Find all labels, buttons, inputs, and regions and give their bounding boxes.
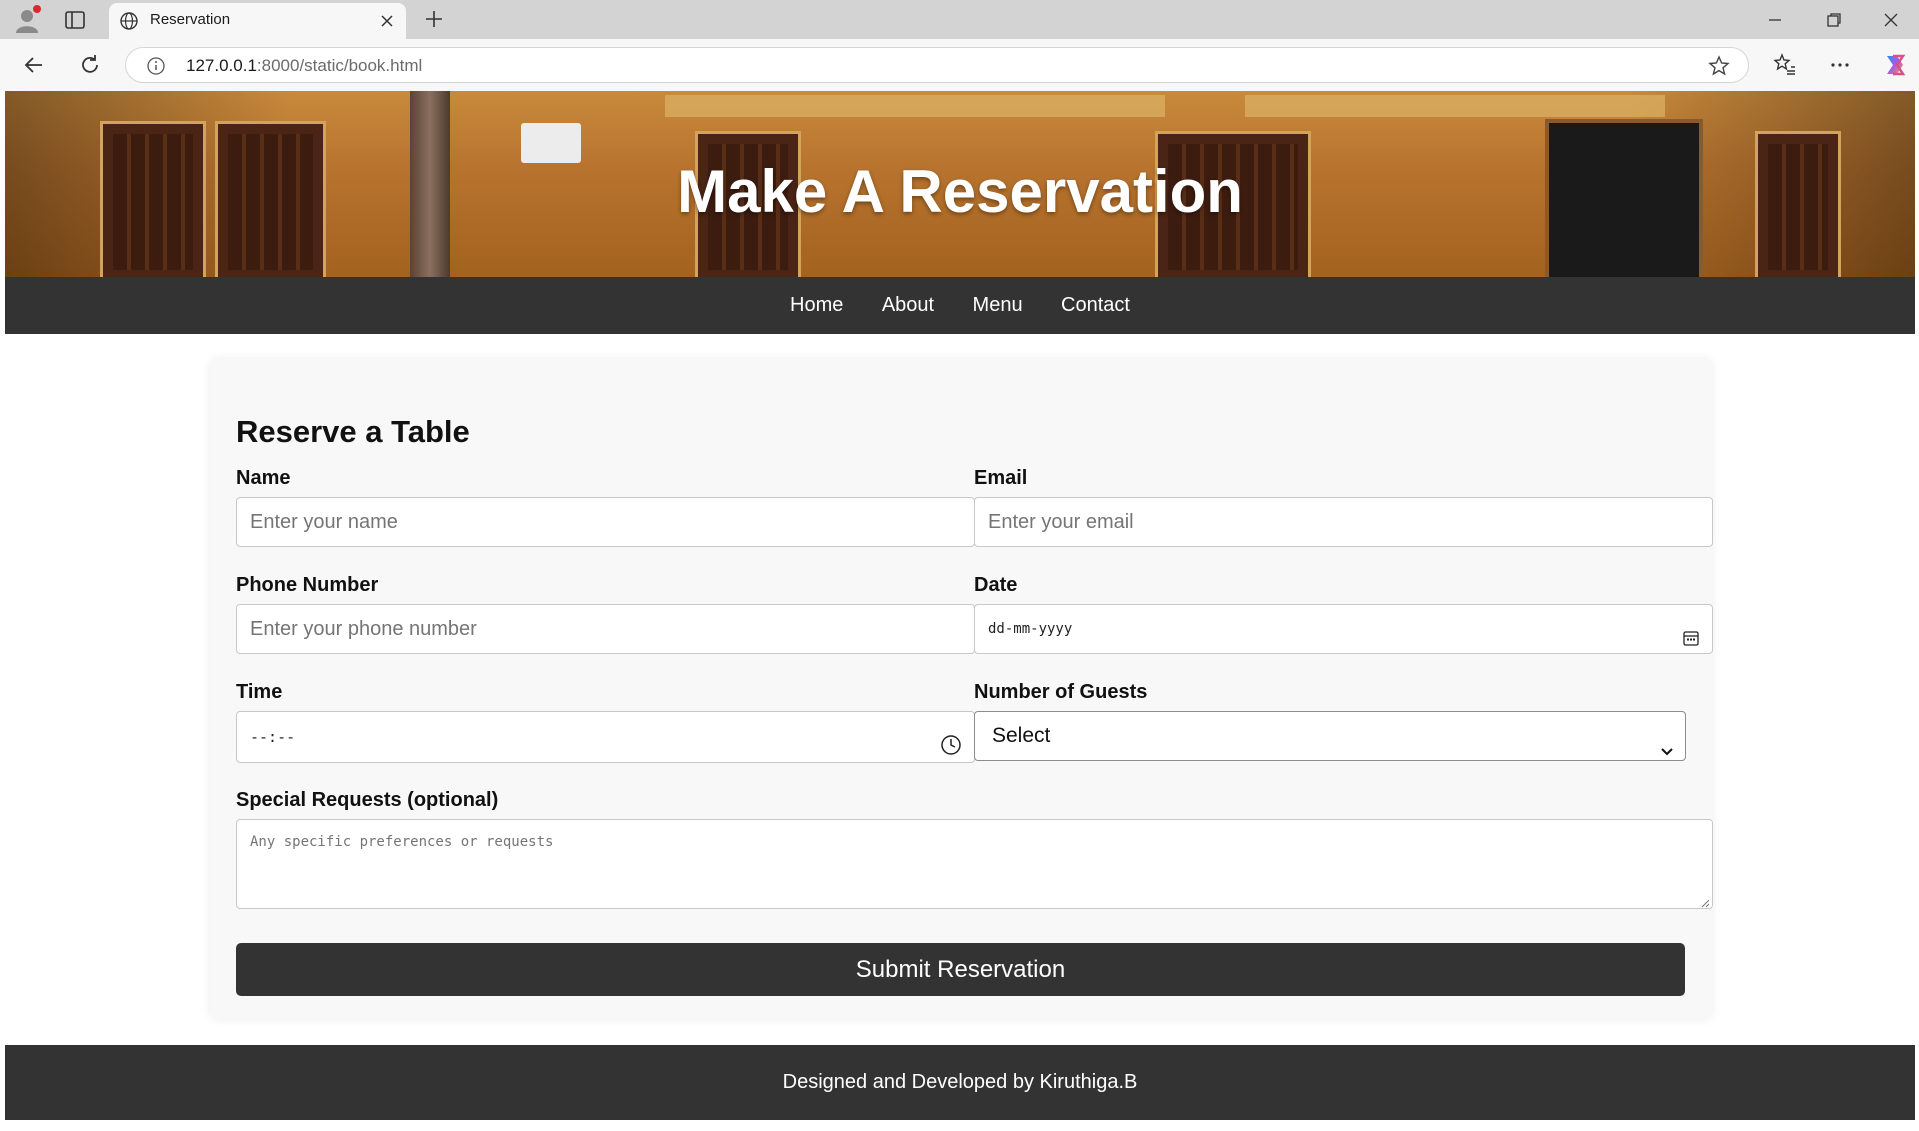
browser-toolbar: 127.0.0.1:8000/static/book.html bbox=[0, 39, 1919, 91]
tab-title: Reservation bbox=[150, 11, 231, 28]
more-icon[interactable] bbox=[1827, 52, 1853, 78]
tab-reservation[interactable]: Reservation bbox=[109, 3, 406, 39]
hero-banner: Make A Reservation bbox=[5, 91, 1915, 285]
time-input[interactable]: --:-- bbox=[236, 711, 975, 763]
back-icon[interactable] bbox=[21, 52, 47, 78]
chevron-down-icon bbox=[1659, 729, 1675, 756]
new-tab-icon[interactable] bbox=[423, 8, 445, 30]
date-value: dd-mm-yyyy bbox=[988, 621, 1073, 637]
nav-contact[interactable]: Contact bbox=[1061, 277, 1130, 334]
name-input[interactable]: Enter your name bbox=[236, 497, 975, 547]
calendar-icon[interactable] bbox=[1682, 619, 1700, 646]
guests-label: Number of Guests bbox=[974, 681, 1148, 703]
phone-label: Phone Number bbox=[236, 574, 379, 596]
globe-icon bbox=[119, 11, 139, 31]
requests-label: Special Requests (optional) bbox=[236, 789, 499, 811]
date-label: Date bbox=[974, 574, 1018, 596]
nav-home[interactable]: Home bbox=[790, 277, 843, 334]
refresh-icon[interactable] bbox=[77, 52, 103, 78]
main-nav: Home About Menu Contact bbox=[5, 277, 1915, 334]
clock-icon[interactable] bbox=[940, 726, 962, 755]
url-text: 127.0.0.1:8000/static/book.html bbox=[186, 56, 423, 75]
star-icon[interactable] bbox=[1708, 55, 1730, 77]
minimize-icon[interactable] bbox=[1763, 8, 1787, 32]
phone-input[interactable]: Enter your phone number bbox=[236, 604, 975, 654]
date-input[interactable]: dd-mm-yyyy bbox=[974, 604, 1713, 654]
reservation-form: Reserve a Table Name Enter your name Ema… bbox=[210, 359, 1713, 1019]
address-bar[interactable]: 127.0.0.1:8000/static/book.html bbox=[125, 47, 1749, 83]
info-icon[interactable] bbox=[146, 56, 166, 76]
browser-tab-bar: Reservation bbox=[0, 0, 1919, 39]
requests-textarea[interactable]: Any specific preferences or requests bbox=[236, 819, 1713, 909]
resize-handle[interactable] bbox=[1700, 896, 1710, 908]
window-close-icon[interactable] bbox=[1879, 8, 1903, 32]
hero-title: Make A Reservation bbox=[677, 158, 1243, 225]
tabs-icon[interactable] bbox=[64, 9, 86, 31]
name-label: Name bbox=[236, 467, 291, 489]
email-input[interactable]: Enter your email bbox=[974, 497, 1713, 547]
time-label: Time bbox=[236, 681, 283, 703]
close-icon[interactable] bbox=[379, 13, 395, 29]
guests-select[interactable]: Select bbox=[974, 711, 1686, 761]
time-value: --:-- bbox=[250, 728, 296, 746]
email-label: Email bbox=[974, 467, 1028, 489]
submit-reservation-button[interactable]: Submit Reservation bbox=[236, 943, 1685, 996]
nav-about[interactable]: About bbox=[882, 277, 934, 334]
favorites-icon[interactable] bbox=[1772, 52, 1798, 78]
requests-placeholder: Any specific preferences or requests bbox=[250, 834, 554, 850]
form-heading: Reserve a Table bbox=[236, 414, 470, 449]
footer: Designed and Developed by Kiruthiga.B bbox=[5, 1045, 1915, 1120]
restore-icon[interactable] bbox=[1822, 8, 1846, 32]
profile-icon[interactable] bbox=[13, 5, 41, 34]
nav-menu[interactable]: Menu bbox=[973, 277, 1023, 334]
web-page: Make A Reservation Home About Menu Conta… bbox=[5, 91, 1915, 1131]
footer-text: Designed and Developed by Kiruthiga.B bbox=[782, 1071, 1138, 1093]
copilot-icon[interactable] bbox=[1881, 51, 1907, 77]
guests-selected: Select bbox=[992, 724, 1051, 747]
